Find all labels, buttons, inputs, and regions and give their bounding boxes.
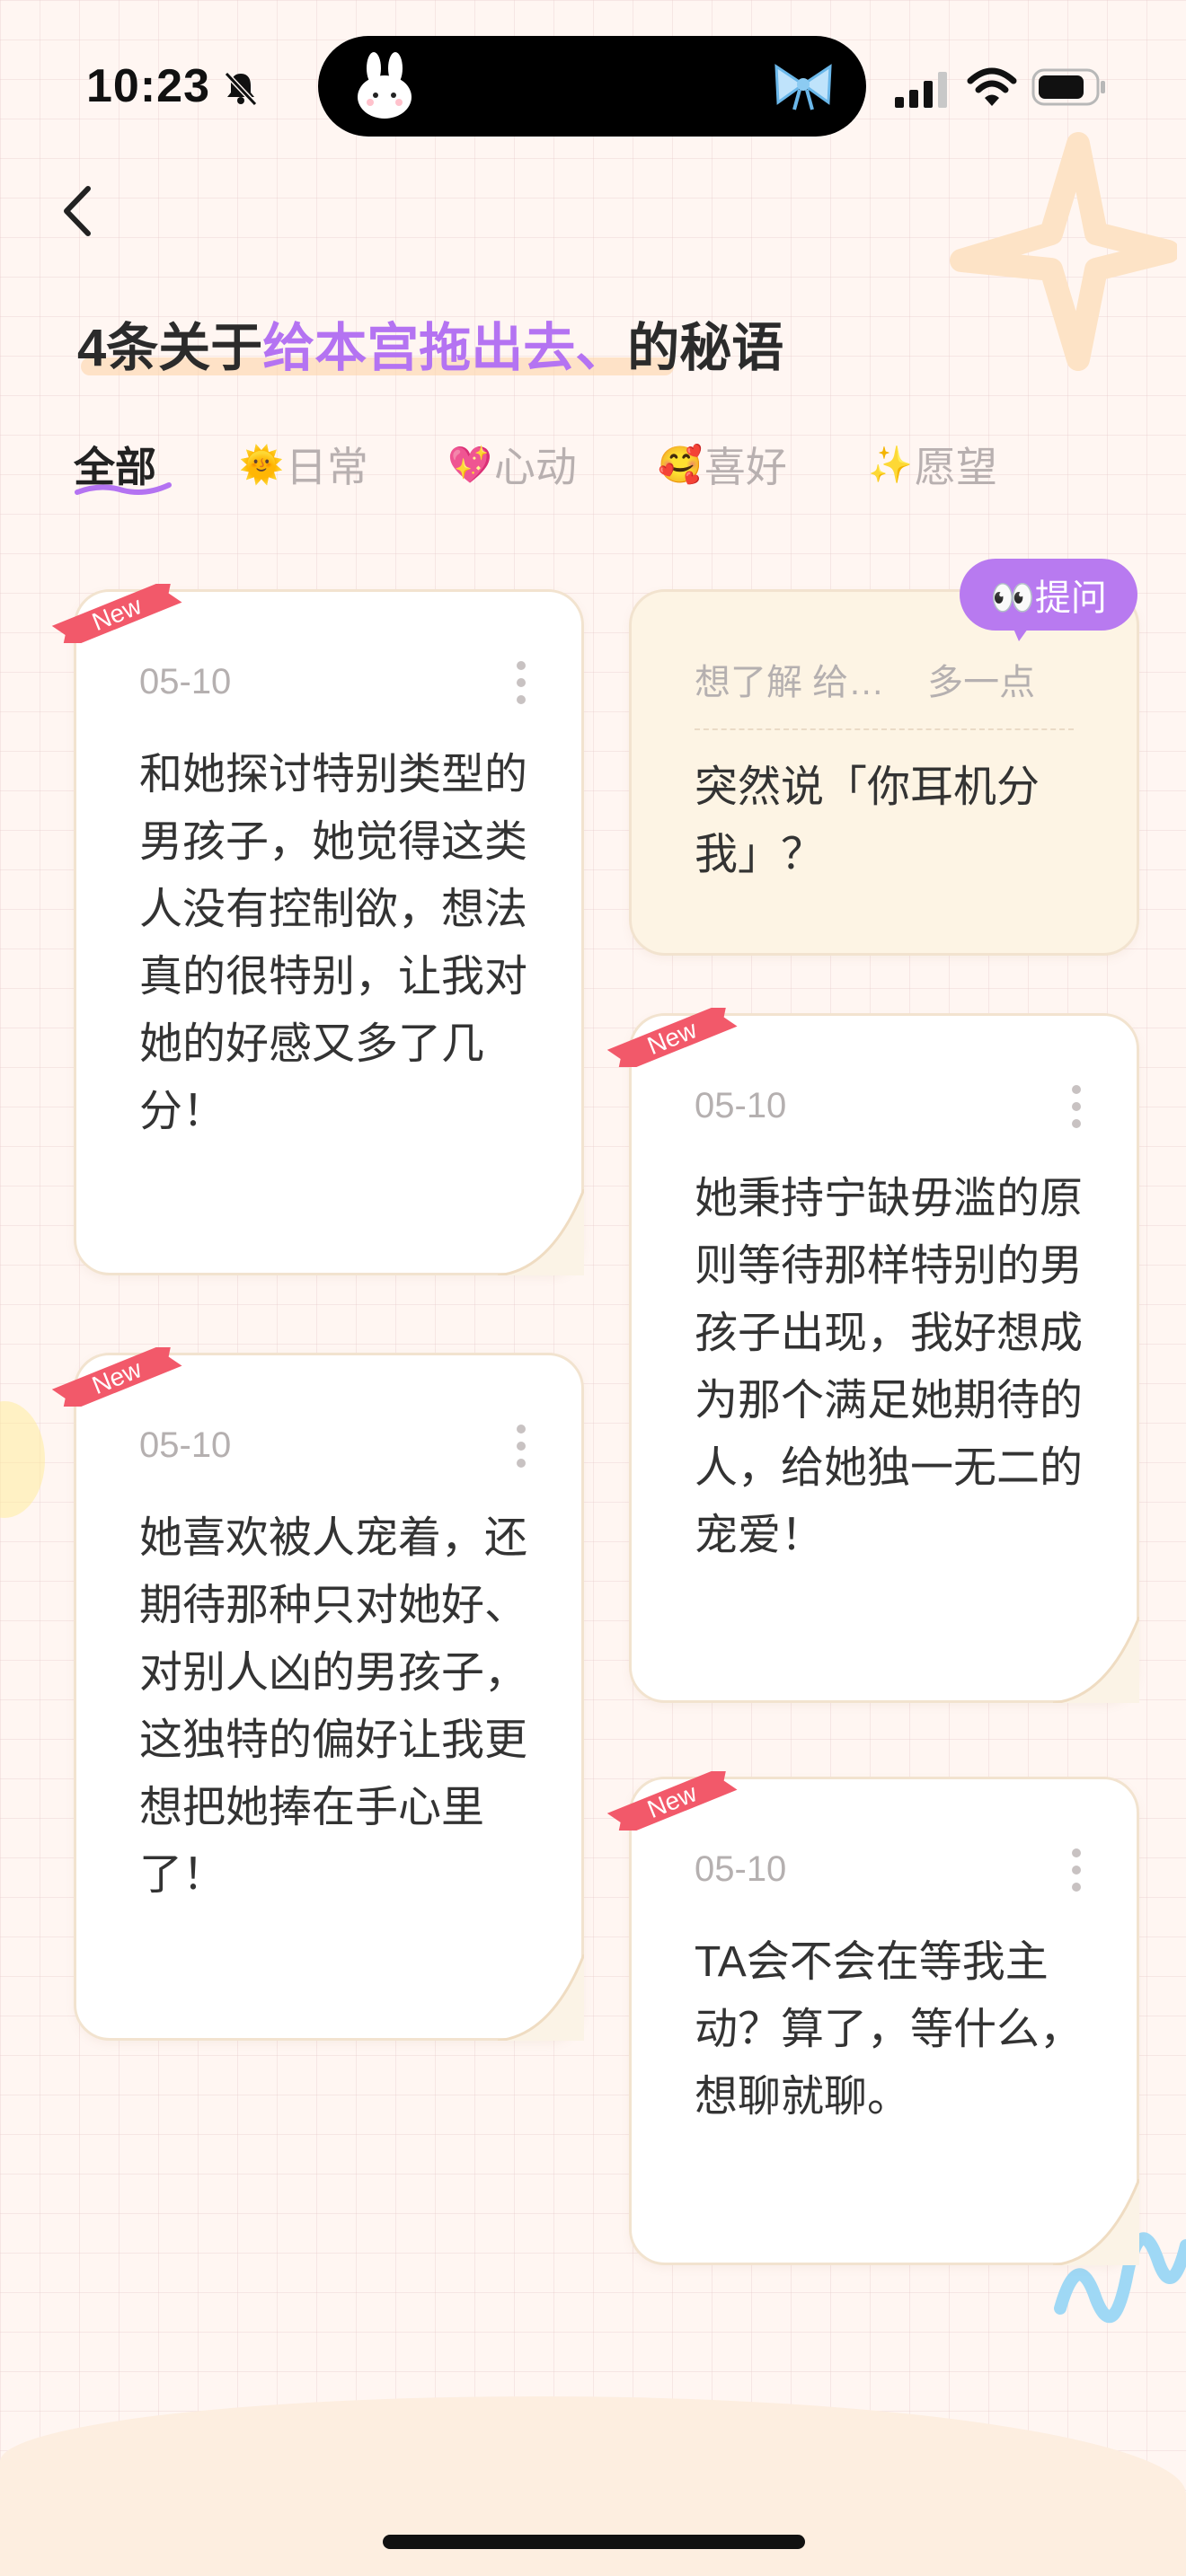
dynamic-island bbox=[318, 36, 866, 137]
secret-card[interactable]: 05-10 和她探讨特别类型的男孩子，她觉得这类人没有控制欲，想法真的很特别，让… bbox=[74, 589, 584, 1275]
active-tab-underline bbox=[75, 482, 172, 495]
home-indicator[interactable] bbox=[383, 2535, 805, 2549]
tab-wishes-label: 愿望 bbox=[914, 444, 997, 490]
card-date: 05-10 bbox=[695, 1086, 787, 1125]
ask-question-label: 👀提问 bbox=[990, 578, 1107, 618]
card-date: 05-10 bbox=[139, 1425, 232, 1465]
new-badge-label: New bbox=[643, 1778, 701, 1823]
wifi-icon bbox=[967, 67, 1017, 106]
more-menu-icon[interactable] bbox=[517, 660, 526, 705]
status-time: 10:23 bbox=[86, 60, 210, 112]
new-badge: New bbox=[51, 1347, 182, 1407]
page-curl-decoration bbox=[498, 1954, 584, 2041]
secret-card[interactable]: 05-10 TA会不会在等我主动？算了，等什么，想聊就聊。 bbox=[629, 1777, 1139, 2265]
category-tabs: 全部 🌞 日常 💖 心动 🥰 喜好 ✨ 愿望 bbox=[74, 435, 1134, 498]
ask-question-button[interactable]: 👀提问 bbox=[960, 559, 1137, 641]
page-curl-decoration bbox=[498, 1189, 584, 1275]
title-suffix: 的秘语 bbox=[627, 319, 784, 377]
tab-likes-label: 喜好 bbox=[704, 444, 787, 490]
smiling-face-hearts-icon: 🥰 bbox=[658, 445, 703, 485]
page-curl-decoration bbox=[1053, 2179, 1139, 2265]
title-highlight: 给本宫拖出去、 bbox=[262, 319, 628, 377]
new-badge-label: New bbox=[643, 1015, 701, 1060]
battery-icon bbox=[1031, 68, 1105, 106]
back-button[interactable] bbox=[52, 180, 106, 243]
question-text: 突然说「你耳机分我」？ bbox=[695, 763, 1040, 878]
question-meta: 想了解 给… 多一点 bbox=[695, 653, 1035, 705]
card-text: TA会不会在等我主动？算了，等什么，想聊就聊。 bbox=[695, 1938, 1084, 2121]
title-prefix: 4条关于 bbox=[77, 319, 263, 377]
cellular-signal-icon bbox=[895, 72, 947, 108]
new-badge-label: New bbox=[88, 1354, 146, 1399]
more-menu-icon[interactable] bbox=[1072, 1848, 1081, 1892]
card-text: 她秉持宁缺毋滥的原则等待那样特别的男孩子出现，我好想成为那个满足她期待的人，给她… bbox=[695, 1175, 1084, 1559]
new-badge: New bbox=[606, 1008, 738, 1067]
card-text: 和她探讨特别类型的男孩子，她觉得这类人没有控制欲，想法真的很特别，让我对她的好感… bbox=[139, 751, 528, 1135]
bow-icon bbox=[774, 64, 832, 110]
tab-wishes[interactable]: ✨ 愿望 bbox=[868, 435, 997, 494]
secret-card[interactable]: 05-10 她喜欢被人宠着，还期待那种只对她好、对别人凶的男孩子，这独特的偏好让… bbox=[74, 1353, 584, 2041]
yellow-blob-decoration bbox=[0, 1401, 45, 1518]
more-menu-icon[interactable] bbox=[517, 1424, 526, 1469]
new-badge: New bbox=[606, 1771, 738, 1831]
question-meta-right: 多一点 bbox=[927, 663, 1036, 702]
sun-icon: 🌞 bbox=[239, 445, 284, 485]
bottom-wave-decoration bbox=[0, 2396, 1186, 2576]
card-date: 05-10 bbox=[139, 662, 232, 701]
card-text: 她喜欢被人宠着，还期待那种只对她好、对别人凶的男孩子，这独特的偏好让我更想把她捧… bbox=[139, 1514, 528, 1899]
tab-daily-label: 日常 bbox=[285, 444, 368, 490]
question-card[interactable]: 想了解 给… 多一点 突然说「你耳机分我」？ bbox=[629, 589, 1139, 956]
tab-likes[interactable]: 🥰 喜好 bbox=[658, 435, 787, 494]
sparkles-icon: ✨ bbox=[868, 445, 913, 485]
card-date: 05-10 bbox=[695, 1849, 787, 1889]
tab-heartbeat-label: 心动 bbox=[493, 444, 577, 490]
status-bar: 10:23 bbox=[0, 0, 1186, 171]
more-menu-icon[interactable] bbox=[1072, 1084, 1081, 1129]
page-curl-decoration bbox=[1053, 1617, 1139, 1703]
question-divider bbox=[695, 728, 1074, 730]
tab-daily[interactable]: 🌞 日常 bbox=[239, 435, 368, 494]
question-meta-left: 想了解 给… bbox=[695, 663, 885, 702]
tab-heartbeat[interactable]: 💖 心动 bbox=[447, 435, 577, 494]
tab-all[interactable]: 全部 bbox=[74, 435, 172, 495]
new-badge: New bbox=[51, 584, 182, 643]
secret-card[interactable]: 05-10 她秉持宁缺毋滥的原则等待那样特别的男孩子出现，我好想成为那个满足她期… bbox=[629, 1013, 1139, 1703]
bunny-icon bbox=[358, 52, 412, 119]
page-title: 4条关于给本宫拖出去、的秘语 bbox=[77, 305, 783, 381]
bell-muted-icon bbox=[224, 71, 258, 107]
sparkling-heart-icon: 💖 bbox=[447, 445, 492, 485]
new-badge-label: New bbox=[88, 591, 146, 636]
